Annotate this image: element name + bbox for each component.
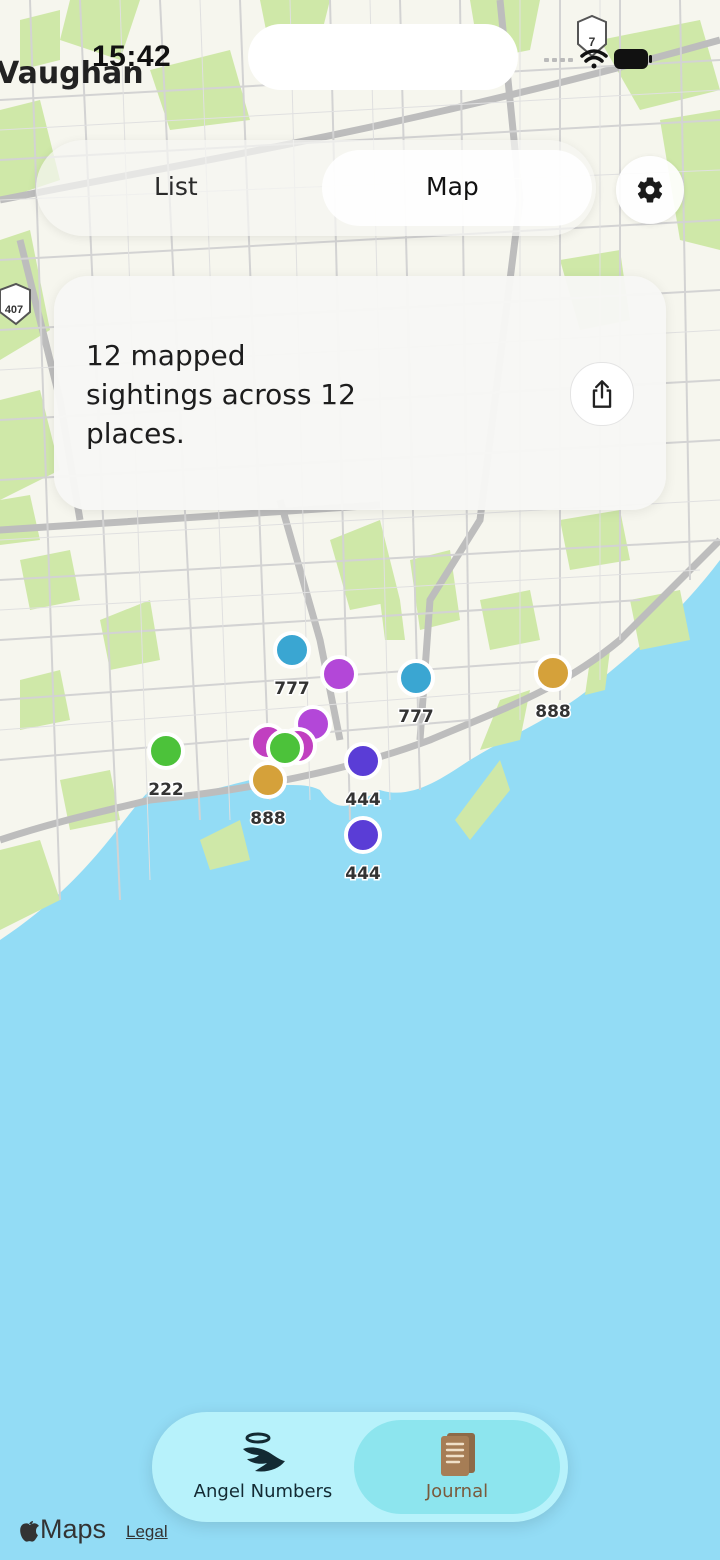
sighting-pin-label: 888 bbox=[250, 809, 286, 829]
tab-angel-numbers[interactable]: Angel Numbers bbox=[180, 1420, 346, 1514]
segment-map[interactable]: Map bbox=[426, 172, 479, 201]
tab-label-journal: Journal bbox=[425, 1481, 489, 1502]
sighting-pin-marker bbox=[344, 816, 382, 854]
sighting-pin-label: 444 bbox=[345, 790, 381, 810]
sighting-pin-marker bbox=[249, 761, 287, 799]
wifi-icon bbox=[580, 49, 608, 69]
sighting-pin[interactable] bbox=[266, 729, 304, 767]
sighting-pin-label: 777 bbox=[274, 679, 310, 699]
tab-label-angel-numbers: Angel Numbers bbox=[193, 1481, 333, 1502]
maps-brand-label: Maps bbox=[40, 1514, 107, 1544]
sighting-pin-marker bbox=[397, 659, 435, 697]
sighting-pin-label: 444 bbox=[345, 864, 381, 884]
status-time: 15:42 bbox=[92, 40, 172, 73]
status-icons bbox=[544, 49, 652, 69]
apple-logo-icon bbox=[20, 1520, 39, 1542]
sighting-pin-label: 777 bbox=[398, 707, 434, 727]
battery-icon bbox=[614, 49, 652, 69]
sighting-pin-marker bbox=[320, 655, 358, 693]
sighting-pin-marker bbox=[273, 631, 311, 669]
sighting-pin-marker bbox=[534, 654, 572, 692]
tab-journal[interactable]: Journal bbox=[372, 1420, 542, 1514]
sighting-pin-marker bbox=[266, 729, 304, 767]
settings-button[interactable] bbox=[616, 156, 684, 224]
sighting-pin-marker bbox=[344, 742, 382, 780]
sighting-pin-label: 222 bbox=[148, 780, 184, 800]
sighting-pin-marker bbox=[147, 732, 185, 770]
sighting-pin[interactable]: 888 bbox=[249, 761, 287, 831]
share-icon bbox=[592, 380, 612, 408]
highway-label-407: 407 bbox=[5, 304, 23, 316]
cellular-icon bbox=[544, 58, 573, 62]
share-button[interactable] bbox=[570, 362, 634, 426]
journal-book-icon bbox=[441, 1433, 475, 1476]
sighting-pin[interactable]: 444 bbox=[344, 816, 382, 886]
segment-list[interactable]: List bbox=[154, 172, 198, 201]
sighting-pin-label: 888 bbox=[535, 702, 571, 722]
dynamic-island bbox=[248, 24, 518, 90]
gear-icon bbox=[637, 177, 663, 203]
summary-text: 12 mapped sightings across 12 places. bbox=[86, 339, 356, 450]
angel-wing-icon bbox=[243, 1432, 285, 1472]
maps-attribution: Maps bbox=[18, 1514, 106, 1545]
legal-link[interactable]: Legal bbox=[126, 1522, 168, 1542]
sighting-pin[interactable] bbox=[320, 655, 358, 693]
